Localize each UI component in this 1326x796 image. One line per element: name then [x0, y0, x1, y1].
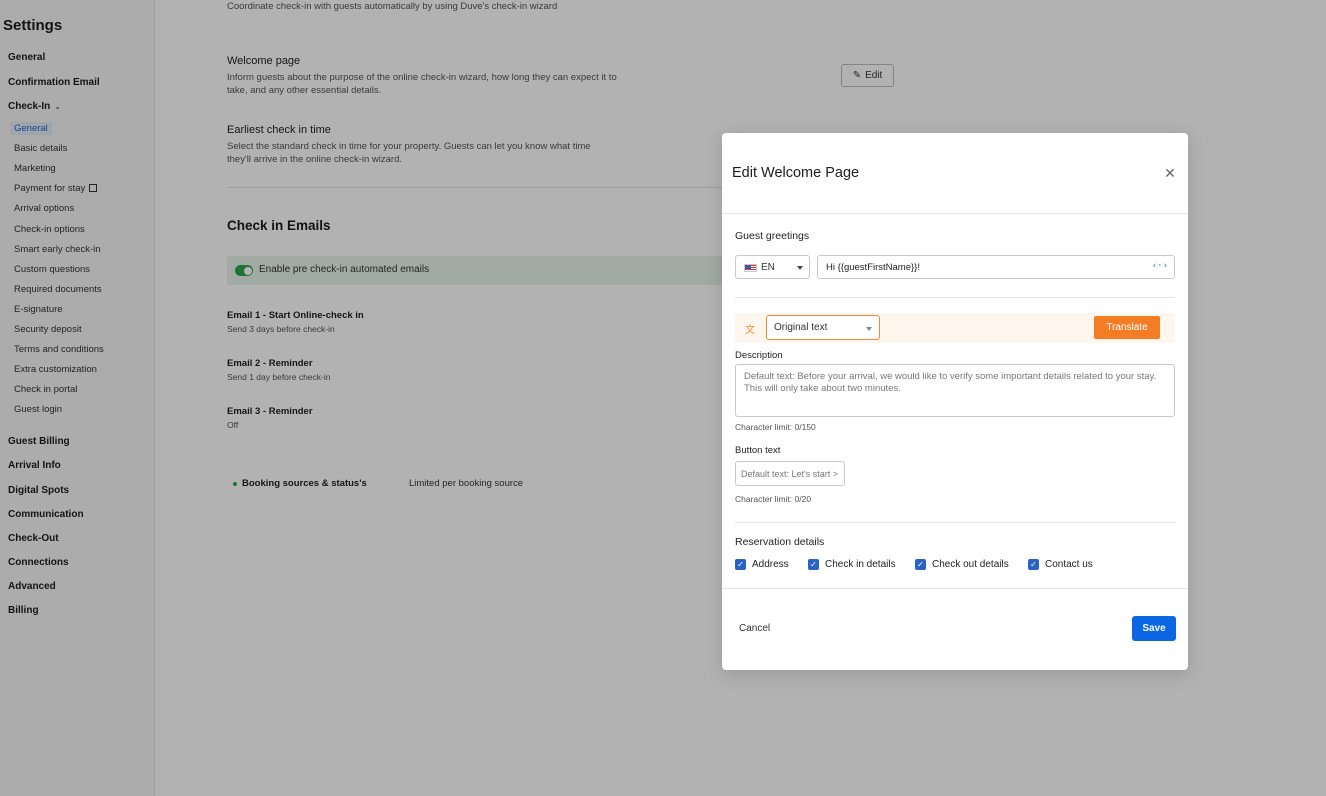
- checkbox-checked-icon[interactable]: ✓: [808, 559, 819, 570]
- checkbox-checked-icon[interactable]: ✓: [735, 559, 746, 570]
- modal-title: Edit Welcome Page: [732, 165, 860, 181]
- caret-down-icon: [866, 327, 872, 331]
- button-text-label: Button text: [735, 445, 781, 456]
- modal-header-divider: [722, 213, 1188, 214]
- close-icon[interactable]: ✕: [1163, 166, 1177, 180]
- translate-button[interactable]: Translate: [1094, 316, 1160, 339]
- checkbox-label: Contact us: [1045, 559, 1093, 570]
- translate-bar: 文 Original text Translate: [735, 313, 1175, 343]
- language-select[interactable]: EN: [735, 255, 810, 279]
- greeting-divider: [735, 297, 1175, 298]
- description-label: Description: [735, 350, 783, 361]
- button-text-input[interactable]: Default text: Let's start >: [735, 461, 845, 486]
- code-variable-icon[interactable]: ‹·›: [1152, 261, 1168, 271]
- modal-footer-divider: [722, 588, 1188, 589]
- save-button[interactable]: Save: [1132, 616, 1176, 641]
- checkbox-checked-icon[interactable]: ✓: [1028, 559, 1039, 570]
- edit-welcome-page-modal: Edit Welcome Page ✕ Guest greetings EN H…: [722, 133, 1188, 670]
- description-char-limit: Character limit: 0/150: [735, 422, 816, 432]
- checkbox-label: Check in details: [825, 559, 896, 570]
- cancel-button[interactable]: Cancel: [739, 623, 770, 634]
- checkbox-check-in-details[interactable]: ✓ Check in details: [808, 559, 896, 570]
- reservation-divider: [735, 522, 1175, 523]
- checkbox-checked-icon[interactable]: ✓: [915, 559, 926, 570]
- caret-down-icon: [797, 266, 803, 270]
- checkbox-contact-us[interactable]: ✓ Contact us: [1028, 559, 1093, 570]
- language-value: EN: [761, 262, 775, 273]
- original-text-value: Original text: [774, 322, 828, 333]
- greeting-input[interactable]: Hi {{guestFirstName}}! ‹·›: [817, 255, 1175, 279]
- description-textarea[interactable]: Default text: Before your arrival, we wo…: [735, 364, 1175, 417]
- button-text-char-limit: Character limit: 0/20: [735, 494, 812, 504]
- greeting-value: Hi {{guestFirstName}}!: [826, 262, 920, 273]
- reservation-details-label: Reservation details: [735, 536, 825, 548]
- translate-icon: 文: [745, 325, 755, 336]
- checkbox-address[interactable]: ✓ Address: [735, 559, 789, 570]
- original-text-select[interactable]: Original text: [766, 315, 880, 340]
- checkbox-check-out-details[interactable]: ✓ Check out details: [915, 559, 1009, 570]
- us-flag-icon: [744, 264, 757, 272]
- checkbox-label: Check out details: [932, 559, 1009, 570]
- guest-greetings-label: Guest greetings: [735, 230, 810, 242]
- checkbox-label: Address: [752, 559, 789, 570]
